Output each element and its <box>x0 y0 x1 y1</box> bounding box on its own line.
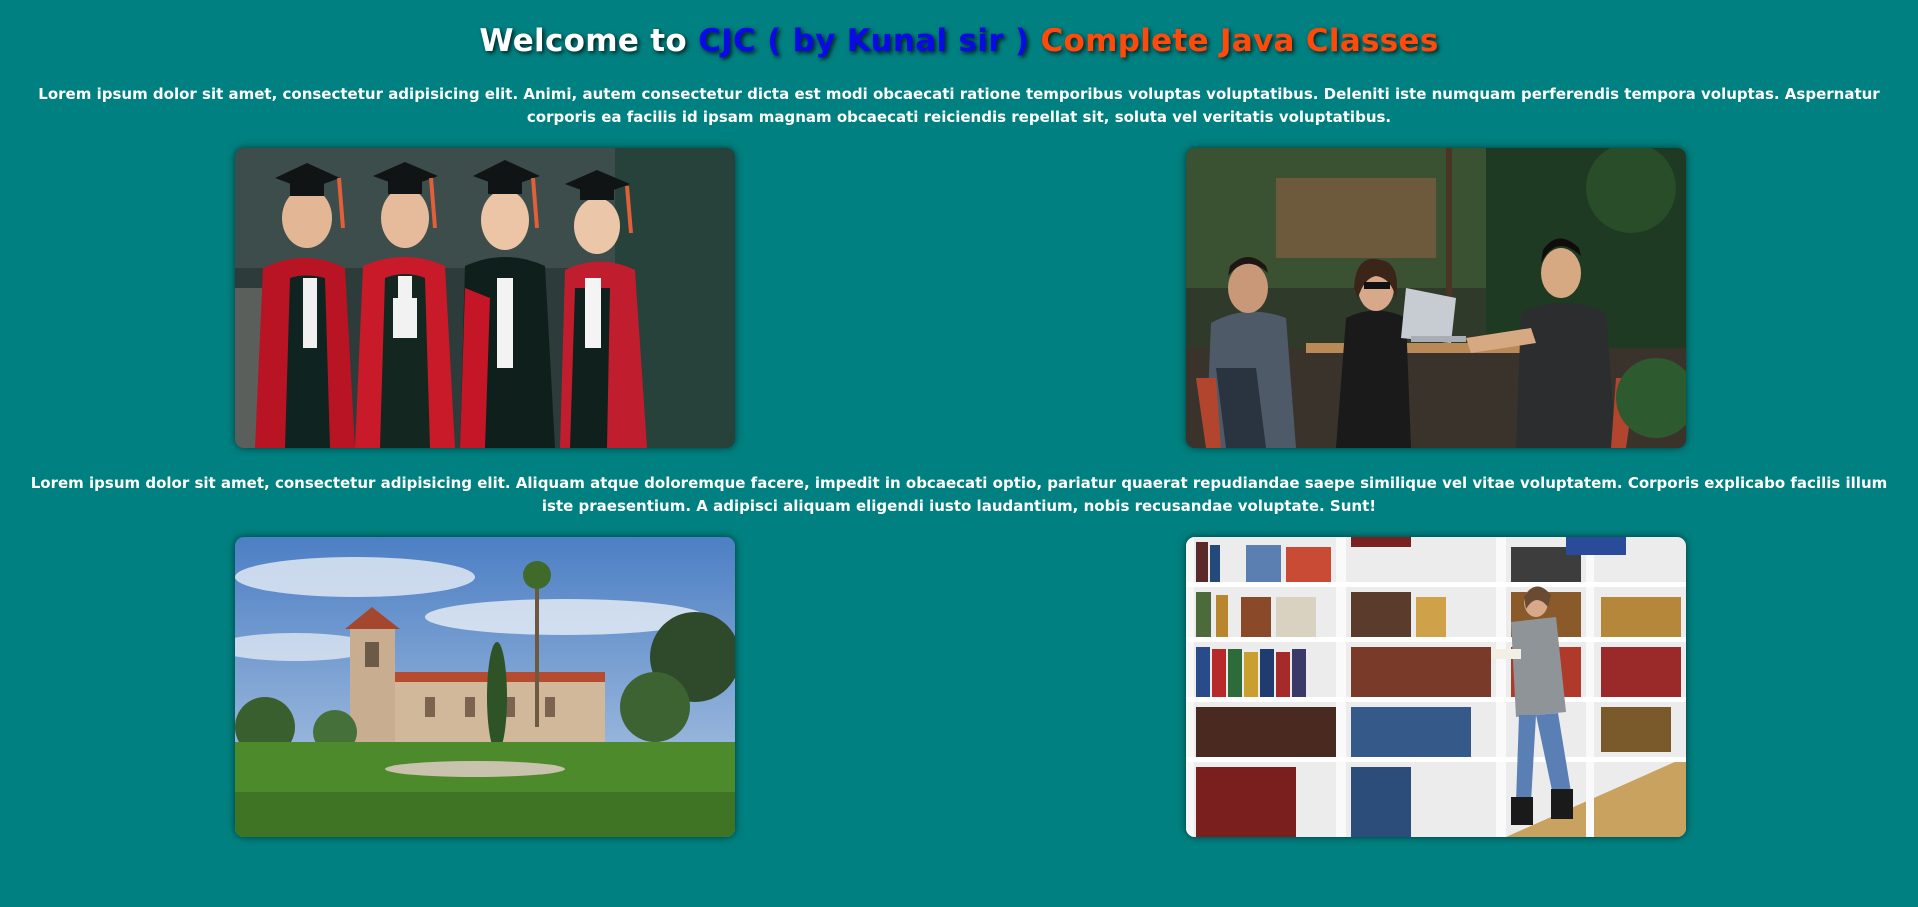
library-image <box>1186 537 1686 837</box>
page-title: Welcome to CJC ( by Kunal sir ) Complete… <box>0 0 1918 62</box>
page: Welcome to CJC ( by Kunal sir ) Complete… <box>0 0 1918 907</box>
title-complete-java: Complete Java Classes <box>1040 23 1439 59</box>
title-welcome: Welcome to <box>479 23 687 59</box>
campus-image <box>235 537 735 837</box>
second-paragraph: Lorem ipsum dolor sit amet, consectetur … <box>30 474 1888 515</box>
title-cjc: CJC ( by Kunal sir ) <box>698 23 1030 59</box>
cafe-meeting-image <box>1186 148 1686 448</box>
intro-paragraph: Lorem ipsum dolor sit amet, consectetur … <box>38 85 1880 126</box>
graduates-image <box>235 148 735 448</box>
